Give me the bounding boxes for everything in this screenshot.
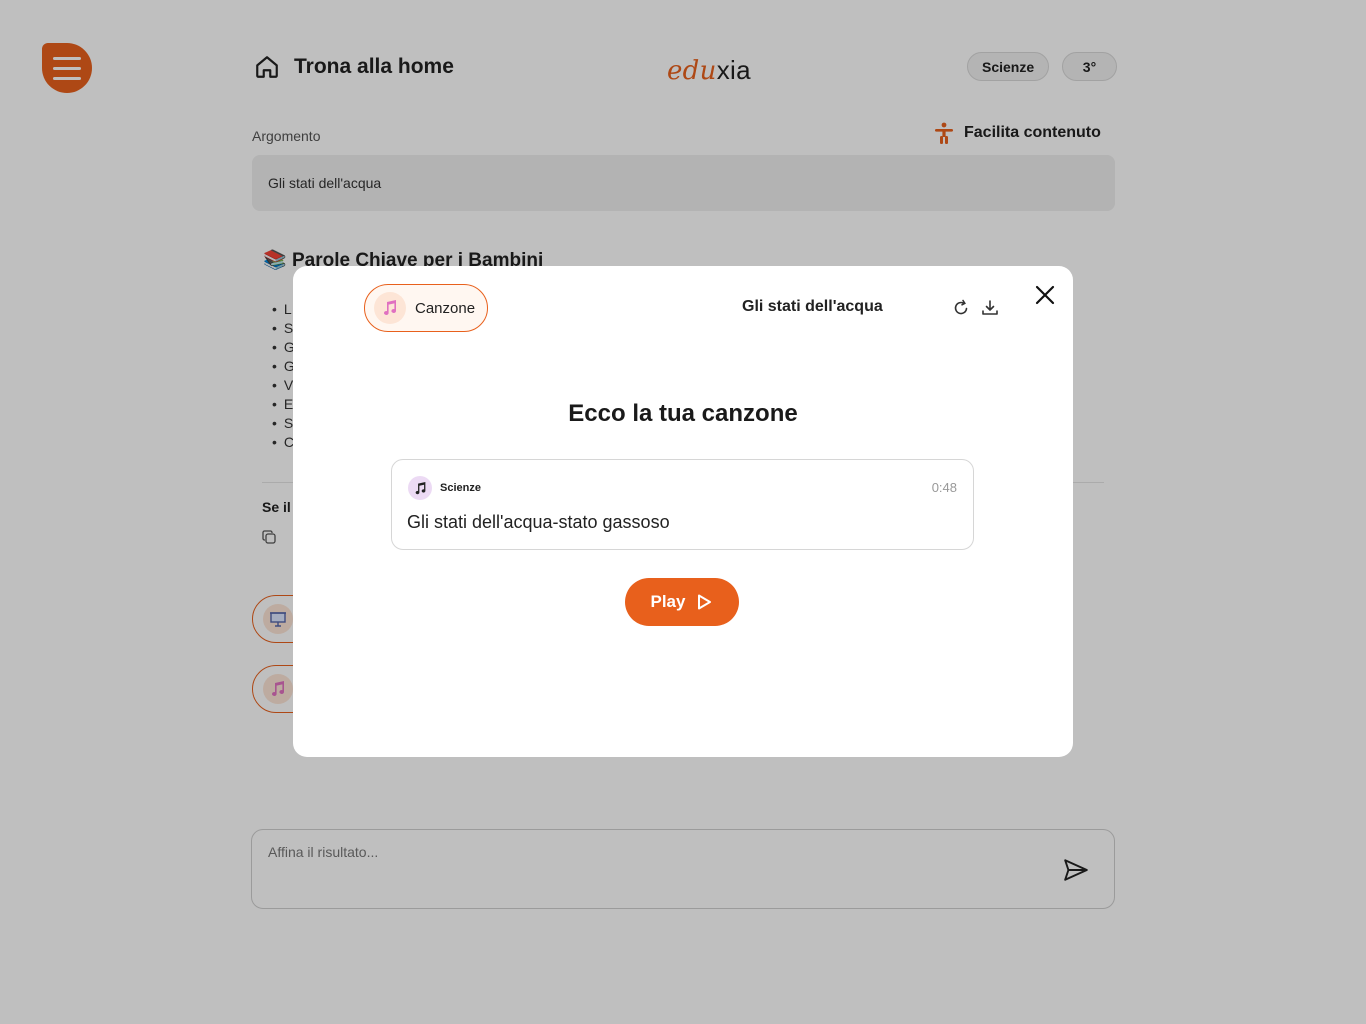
modal-topic: Gli stati dell'acqua bbox=[742, 298, 883, 315]
music-note-icon bbox=[374, 292, 406, 324]
type-chip-label: Canzone bbox=[415, 299, 476, 317]
download-icon[interactable] bbox=[981, 299, 999, 317]
song-modal: Canzone Gli stati dell'acqua Ecco la tua… bbox=[293, 266, 1073, 757]
song-subject: Scienze bbox=[440, 482, 481, 494]
song-card[interactable]: Scienze 0:48 Gli stati dell'acqua-stato … bbox=[391, 459, 974, 550]
play-label: Play bbox=[650, 592, 686, 611]
song-title: Gli stati dell'acqua-stato gassoso bbox=[407, 512, 670, 532]
song-subject-tag: Scienze bbox=[408, 476, 481, 500]
play-icon bbox=[698, 594, 712, 610]
type-chip-canzone[interactable]: Canzone bbox=[364, 284, 488, 332]
play-button[interactable]: Play bbox=[625, 578, 739, 626]
close-icon[interactable] bbox=[1033, 283, 1057, 307]
song-duration: 0:48 bbox=[931, 480, 957, 495]
modal-heading: Ecco la tua canzone bbox=[568, 400, 798, 427]
refresh-icon[interactable] bbox=[952, 299, 970, 317]
music-note-icon bbox=[408, 476, 432, 500]
